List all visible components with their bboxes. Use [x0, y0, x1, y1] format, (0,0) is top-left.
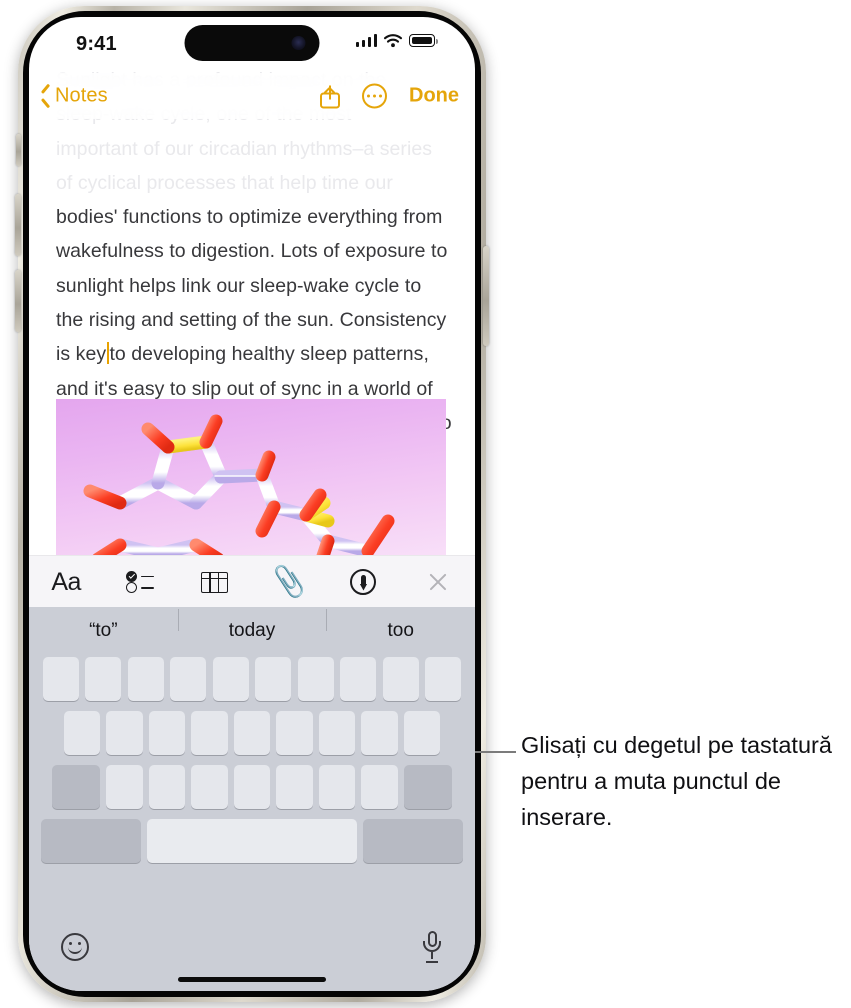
iphone-device: Sunlight has a profound impact on the sl… [15, 6, 489, 1002]
keyboard-key[interactable] [63, 711, 101, 755]
keyboard-row-4 [29, 809, 475, 863]
chevron-left-icon [39, 87, 50, 106]
checklist-icon [126, 571, 155, 593]
attachment-button[interactable]: 📎 [252, 556, 326, 608]
back-to-notes-button[interactable]: Notes [39, 85, 108, 108]
shift-key[interactable] [52, 765, 101, 809]
emoji-smiley-icon[interactable] [61, 933, 89, 961]
keyboard-key[interactable] [361, 765, 398, 809]
wifi-icon [383, 34, 403, 48]
close-x-icon [427, 571, 449, 593]
front-camera-icon [291, 36, 306, 50]
battery-icon [409, 34, 438, 47]
keyboard-key[interactable] [297, 657, 334, 701]
keyboard-key[interactable] [170, 657, 207, 701]
share-icon[interactable] [320, 84, 340, 109]
microphone-icon[interactable] [423, 931, 441, 963]
keyboard-key-target[interactable] [403, 711, 441, 755]
keyboard-key[interactable] [318, 711, 356, 755]
space-key[interactable] [147, 819, 357, 863]
keyboard-key[interactable] [191, 765, 228, 809]
keyboard-key[interactable] [233, 765, 271, 809]
silent-switch-button[interactable] [16, 134, 21, 166]
text-format-button[interactable]: Aa [29, 556, 103, 608]
keyboard-key[interactable] [276, 711, 313, 755]
keyboard-row-3 [29, 755, 475, 809]
keyboard-row-2 [29, 701, 475, 755]
keyboard-key[interactable] [425, 657, 462, 701]
prediction-2[interactable]: too [326, 609, 475, 642]
numbers-key[interactable] [40, 819, 141, 863]
back-button-label: Notes [55, 84, 108, 107]
keyboard-key[interactable] [106, 711, 143, 755]
keyboard-key[interactable] [42, 657, 79, 701]
markup-button[interactable] [326, 556, 400, 608]
dynamic-island [184, 25, 320, 61]
keyboard-key[interactable] [191, 711, 228, 755]
keyboard-key[interactable] [148, 765, 186, 809]
close-toolbar-button[interactable] [401, 556, 475, 608]
backspace-key[interactable] [403, 765, 452, 809]
keyboard-key[interactable] [361, 711, 398, 755]
keyboard-key[interactable] [276, 765, 313, 809]
status-bar: 9:41 [29, 17, 475, 73]
note-faded-line-2: important of our circadian rhythms–a ser… [56, 137, 433, 160]
return-key[interactable] [363, 819, 464, 863]
keyboard-key[interactable] [340, 657, 377, 701]
keyboard-key[interactable] [212, 657, 249, 701]
checklist-button[interactable] [103, 556, 177, 608]
keyboard-key[interactable] [255, 657, 292, 701]
format-toolbar: Aa 📎 [29, 555, 475, 608]
note-text-before-caret: bodies' functions to optimize everything… [56, 206, 448, 366]
keyboard-key[interactable] [318, 765, 356, 809]
callout-text: Glisați cu degetul pe tastatură pentru a… [521, 732, 832, 830]
text-format-icon: Aa [51, 567, 81, 596]
molecule-structure-graphic [83, 414, 395, 555]
table-icon [201, 571, 229, 593]
volume-down-button[interactable] [15, 270, 21, 332]
nav-actions: Done [320, 83, 459, 109]
volume-up-button[interactable] [15, 194, 21, 256]
keyboard-key[interactable] [148, 711, 186, 755]
home-indicator[interactable] [178, 976, 326, 982]
molecule-image-attachment[interactable] [56, 399, 446, 555]
on-screen-keyboard[interactable]: “to” today too [29, 607, 475, 991]
note-faded-line-3: of cyclical processes that help time our [56, 171, 393, 194]
done-button[interactable]: Done [409, 85, 459, 108]
keyboard-row-1 [29, 655, 475, 701]
status-clock: 9:41 [76, 33, 117, 55]
power-button[interactable] [483, 246, 489, 346]
cellular-signal-icon [355, 34, 377, 47]
table-button[interactable] [178, 556, 252, 608]
prediction-0[interactable]: “to” [29, 620, 178, 642]
navigation-bar: Notes Done [29, 73, 475, 119]
keyboard-key[interactable] [233, 711, 271, 755]
keyboard-key[interactable] [85, 657, 122, 701]
keyboard-key[interactable] [382, 657, 419, 701]
keyboard-key[interactable] [106, 765, 143, 809]
prediction-1[interactable]: today [177, 609, 327, 642]
device-screen: Sunlight has a profound impact on the sl… [29, 17, 475, 991]
status-indicators [355, 33, 438, 48]
more-ellipsis-icon[interactable] [362, 83, 387, 109]
paperclip-attachment-icon: 📎 [269, 563, 309, 600]
keyboard-key[interactable] [127, 657, 164, 701]
predictive-text-bar: “to” today too [29, 607, 475, 655]
markup-pen-icon [350, 569, 377, 595]
